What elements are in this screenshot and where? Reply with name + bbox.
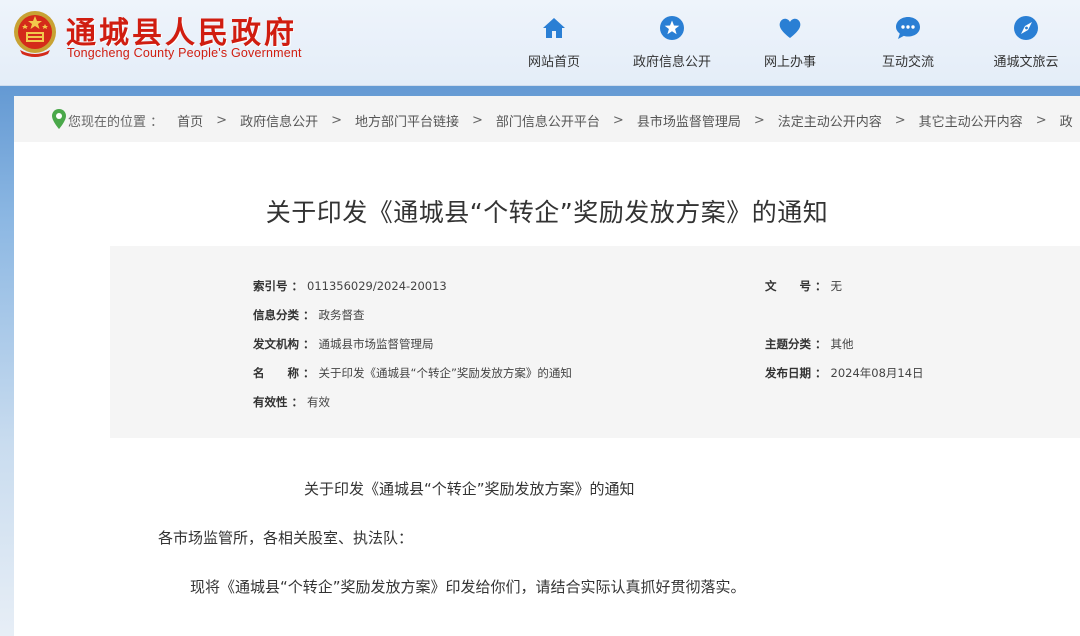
meta-date-label: 发布日期 ：	[765, 366, 827, 380]
nav-online-service-label: 网上办事	[763, 55, 816, 70]
meta-category-label: 信息分类 ：	[253, 308, 315, 322]
body-paragraph: 现将《通城县“个转企”奖励发放方案》印发给你们，请结合实际认真抓好贯彻落实。	[190, 578, 746, 596]
breadcrumb-separator: >	[216, 113, 228, 128]
heart-icon	[779, 18, 801, 38]
meta-index-label: 索引号 ：	[253, 279, 304, 293]
breadcrumb-item-market-bureau[interactable]: 县市场监督管理局	[637, 111, 741, 130]
meta-topic-value: 其他	[830, 337, 854, 351]
home-icon	[543, 18, 565, 38]
breadcrumb-separator: >	[612, 113, 624, 128]
breadcrumb-separator: >	[894, 113, 906, 128]
meta-name-label: 名 称 ：	[253, 366, 315, 380]
meta-issuer-value: 通城县市场监督管理局	[318, 337, 434, 351]
document-title: 关于印发《通城县“个转企”奖励发放方案》的通知	[265, 198, 829, 227]
breadcrumb-item-home[interactable]: 首页	[177, 111, 203, 130]
breadcrumb: 您现在的位置 ： 首页 > 政府信息公开 > 地方部门平台链接 > 部门信息公开…	[14, 96, 1080, 142]
breadcrumb-item-truncated[interactable]: 政	[1060, 111, 1073, 130]
meta-topic: 主题分类 ：其他	[765, 336, 854, 352]
document-meta-box: 索引号 ： 011356029/2024-20013 文 号 ：无 信息分类 ：政…	[110, 246, 1080, 438]
meta-index-value: 011356029/2024-20013	[307, 279, 447, 293]
site-subtitle: Tongcheng County People's Government	[67, 46, 302, 60]
nav-home[interactable]: 网站首页	[495, 0, 613, 86]
nav-interaction-label: 互动交流	[881, 55, 934, 70]
meta-validity-value: 有效	[307, 395, 331, 409]
meta-date: 发布日期 ： 2024年08月14日	[765, 365, 924, 381]
breadcrumb-item-dept-platform[interactable]: 部门信息公开平台	[496, 111, 600, 130]
breadcrumb-item-local-links[interactable]: 地方部门平台链接	[355, 111, 459, 130]
meta-doc-no: 文 号 ：无	[765, 278, 842, 294]
meta-doc-no-label: 文 号 ：	[765, 279, 827, 293]
body-heading: 关于印发《通城县“个转企”奖励发放方案》的通知	[304, 480, 635, 498]
meta-validity: 有效性 ：有效	[253, 394, 330, 410]
meta-doc-no-value: 无	[830, 279, 843, 293]
breadcrumb-separator: >	[753, 113, 765, 128]
meta-issuer-label: 发文机构 ：	[253, 337, 315, 351]
breadcrumb-trail: 您现在的位置 ： 首页 > 政府信息公开 > 地方部门平台链接 > 部门信息公开…	[50, 111, 1073, 130]
breadcrumb-item-statutory[interactable]: 法定主动公开内容	[778, 111, 882, 130]
nav-culture-tourism[interactable]: 通城文旅云	[967, 0, 1080, 86]
body-salutation: 各市场监管所，各相关股室、执法队：	[158, 529, 414, 547]
nav-home-label: 网站首页	[527, 55, 580, 70]
breadcrumb-separator: >	[331, 113, 342, 128]
meta-date-value: 2024年08月14日	[830, 366, 924, 380]
meta-topic-label: 主题分类 ：	[765, 337, 827, 351]
main-nav: 网站首页 政府信息公开 网上办事 互动交流 通城文旅云	[495, 0, 1080, 86]
breadcrumb-separator: >	[472, 113, 483, 128]
meta-category-value: 政务督查	[318, 308, 365, 322]
star-icon	[660, 16, 684, 40]
nav-gov-info[interactable]: 政府信息公开	[613, 0, 731, 86]
breadcrumb-lead: 您现在的位置 ：	[68, 115, 164, 130]
meta-validity-label: 有效性 ：	[253, 395, 304, 409]
national-emblem-icon[interactable]	[12, 10, 58, 58]
compass-icon	[1014, 16, 1038, 40]
meta-issuer: 发文机构 ：通城县市场监督管理局	[253, 336, 434, 352]
nav-interaction[interactable]: 互动交流	[849, 0, 967, 86]
nav-culture-tourism-label: 通城文旅云	[993, 55, 1059, 70]
meta-name: 名 称 ：关于印发《通城县“个转企”奖励发放方案》的通知	[253, 365, 572, 381]
nav-gov-info-label: 政府信息公开	[632, 55, 711, 70]
site-header: 通城县人民政府 Tongcheng County People's Govern…	[0, 0, 1080, 86]
meta-name-value: 关于印发《通城县“个转企”奖励发放方案》的通知	[318, 366, 572, 380]
meta-category: 信息分类 ：政务督查	[253, 307, 365, 323]
meta-index: 索引号 ： 011356029/2024-20013	[253, 278, 447, 294]
breadcrumb-separator: >	[1035, 113, 1047, 128]
nav-online-service[interactable]: 网上办事	[731, 0, 849, 86]
breadcrumb-item-other[interactable]: 其它主动公开内容	[919, 111, 1023, 130]
breadcrumb-item-gov-info[interactable]: 政府信息公开	[240, 111, 318, 130]
chat-icon	[896, 17, 920, 39]
